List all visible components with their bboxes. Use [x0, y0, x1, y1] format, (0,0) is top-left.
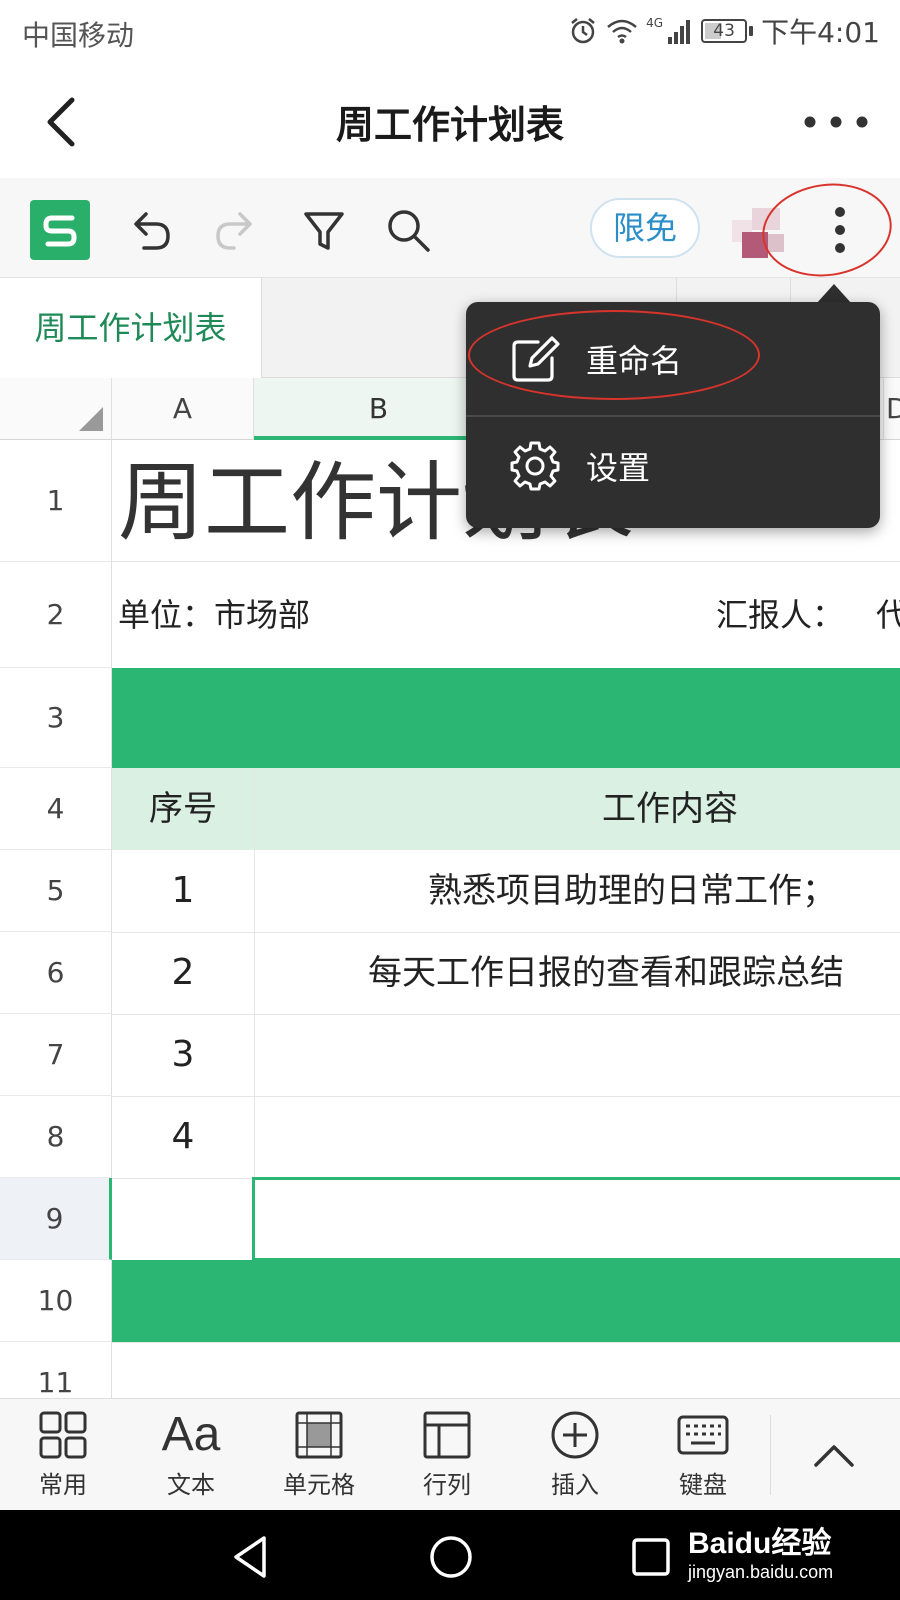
watermark-url: jingyan.baidu.com [688, 1562, 834, 1582]
signal-icon [668, 20, 691, 44]
bottom-tab-label: 常用 [39, 1471, 87, 1499]
wifi-icon [607, 19, 637, 44]
row-no-cell[interactable]: 2 [112, 932, 254, 1014]
clock: 下午4:01 [761, 16, 880, 49]
reporter-name-cell[interactable]: 代 [876, 562, 900, 668]
status-icons: 4G 43 下午4:01 [568, 12, 880, 50]
edit-toolbar: 限免 [0, 178, 900, 278]
title-bar: 周工作计划表 [0, 62, 900, 178]
text-format-icon: Aa [161, 1408, 221, 1461]
carrier-name: 中国移动 [22, 19, 135, 52]
row-no-cell[interactable]: 3 [112, 1014, 254, 1096]
row-header-9[interactable]: 9 [0, 1178, 112, 1260]
cell-icon [295, 1411, 343, 1459]
spreadsheet-grid[interactable]: A B D 1 2 3 4 5 6 7 8 9 10 11 周工作计划表 单位：… [0, 378, 900, 1398]
battery-indicator: 43 [701, 19, 754, 43]
system-nav-bar: Baidu经验 jingyan.baidu.com [0, 1510, 900, 1600]
row-content-cell[interactable] [254, 1096, 900, 1178]
sheet-tab[interactable]: 周工作计划表 [0, 278, 262, 378]
watermark-main: Baidu经验 [688, 1527, 832, 1560]
wps-sheets-logo [30, 200, 90, 260]
edit-icon [512, 336, 560, 382]
row-content-cell[interactable]: 熟悉项目助理的日常工作； [254, 850, 900, 932]
grid-icon [39, 1411, 87, 1459]
column-header-a[interactable]: A [112, 378, 254, 440]
row-header-5[interactable]: 5 [0, 850, 112, 932]
bottom-tab-label: 文本 [167, 1471, 215, 1499]
nav-back-icon[interactable] [226, 1532, 276, 1582]
row-header-1[interactable]: 1 [0, 440, 112, 562]
dropdown-menu: 重命名 设置 [466, 302, 880, 528]
row-divider [112, 932, 900, 933]
undo-icon[interactable] [126, 206, 174, 254]
status-bar: 中国移动 4G 43 下午4:01 [0, 0, 900, 62]
header-no-cell[interactable]: 序号 [112, 768, 254, 850]
bottom-tab-label: 键盘 [679, 1471, 727, 1499]
selected-cell-range[interactable] [252, 1177, 900, 1261]
baidu-watermark: Baidu经验 jingyan.baidu.com [688, 1518, 833, 1583]
row-divider [112, 1342, 900, 1343]
corner-triangle-icon [79, 407, 103, 431]
battery-tip [749, 26, 754, 36]
row-header-11[interactable]: 11 [0, 1342, 112, 1398]
bottom-tab-label: 单元格 [283, 1471, 355, 1499]
alarm-icon [571, 18, 595, 44]
kebab-menu-icon[interactable] [820, 202, 860, 258]
avatar[interactable] [732, 208, 794, 258]
gear-icon [510, 441, 560, 491]
nav-recents-icon[interactable] [626, 1532, 676, 1582]
keyboard-tab[interactable]: 键盘 [648, 1409, 758, 1505]
row-header-3[interactable]: 3 [0, 668, 112, 768]
battery-icon: 43 [701, 19, 748, 43]
green-band-row-10 [112, 1260, 900, 1342]
green-band-row-3 [112, 668, 900, 768]
row-header-7[interactable]: 7 [0, 1014, 112, 1096]
more-options-icon[interactable] [796, 102, 876, 142]
bottom-tab-label: 插入 [551, 1471, 599, 1499]
row-divider [112, 1096, 900, 1097]
limited-free-badge[interactable]: 限免 [590, 198, 700, 258]
battery-percent: 43 [713, 21, 735, 41]
row-column-tab[interactable]: 行列 [392, 1409, 502, 1505]
bottom-toolbar: 常用 Aa 文本 单元格 行列 插入 键盘 [0, 1398, 900, 1510]
settings-label: 设置 [586, 449, 651, 487]
column-header-d[interactable]: D [884, 378, 900, 440]
rename-menu-item[interactable]: 重命名 [466, 302, 880, 414]
settings-menu-item[interactable]: 设置 [466, 417, 880, 529]
insert-icon [551, 1411, 599, 1459]
row-divider [112, 1014, 900, 1015]
redo-icon[interactable] [212, 206, 260, 254]
row-header-2[interactable]: 2 [0, 562, 112, 668]
bottom-tab-label: 行列 [423, 1471, 471, 1499]
row-header-4[interactable]: 4 [0, 768, 112, 850]
toolbar-divider [770, 1415, 771, 1495]
popup-arrow [816, 284, 852, 304]
header-content-cell[interactable]: 工作内容 [254, 768, 900, 850]
cell-tab[interactable]: 单元格 [264, 1409, 374, 1505]
keyboard-icon [677, 1415, 729, 1455]
app-root: 中国移动 4G 43 下午4:01 周工作计划表 限免 周工作计划表 A B D… [0, 0, 900, 1600]
row-header-8[interactable]: 8 [0, 1096, 112, 1178]
row-content-cell[interactable]: 每天工作日报的查看和跟踪总结 [254, 932, 900, 1014]
rename-label: 重命名 [586, 342, 683, 380]
row-column-icon [423, 1411, 471, 1459]
search-icon[interactable] [384, 206, 432, 254]
unit-cell[interactable]: 单位：市场部 [118, 562, 310, 668]
common-tab[interactable]: 常用 [8, 1409, 118, 1505]
chevron-up-icon[interactable] [810, 1435, 858, 1475]
row-content-cell[interactable] [254, 1014, 900, 1096]
insert-tab[interactable]: 插入 [520, 1409, 630, 1505]
network-type: 4G [646, 16, 664, 30]
sheets-s-icon [43, 215, 77, 247]
page-title: 周工作计划表 [335, 103, 564, 147]
text-tab[interactable]: Aa 文本 [136, 1409, 246, 1505]
select-all-corner[interactable] [0, 378, 112, 440]
row-header-10[interactable]: 10 [0, 1260, 112, 1342]
row-no-cell[interactable]: 4 [112, 1096, 254, 1178]
filter-icon[interactable] [300, 206, 348, 254]
row-no-cell[interactable]: 1 [112, 850, 254, 932]
row-header-6[interactable]: 6 [0, 932, 112, 1014]
nav-home-icon[interactable] [426, 1532, 476, 1582]
reporter-label-cell[interactable]: 汇报人： [716, 562, 844, 668]
